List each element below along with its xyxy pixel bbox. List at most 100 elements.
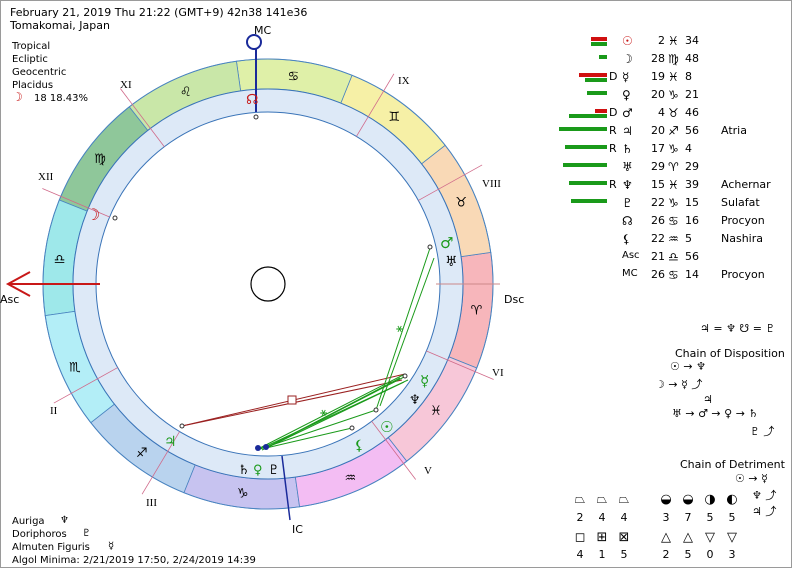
planet-row[interactable]: ☊ 26 ♋ 16 Procyon xyxy=(555,214,785,232)
planet-row[interactable]: R ♃ 20 ♐ 56 Atria xyxy=(555,124,785,142)
chart-wheel[interactable]: ♈♉♊♋♌♍♎♏♐♑♒♓ MC IC Asc Dsc XI IX XII VII… xyxy=(0,0,560,568)
planet-glyph-icon: ♅ xyxy=(622,160,633,174)
planet-minutes: 39 xyxy=(685,178,699,191)
detriment-line-3: ♃ ⤴ xyxy=(752,505,777,518)
fixed-star-name: Nashira xyxy=(721,232,763,245)
footer-auriga-label: Auriga xyxy=(12,516,45,527)
moon-icon: ☽ xyxy=(86,205,100,224)
pluto-icon: ♇ xyxy=(268,463,280,478)
planet-row[interactable]: R ♆ 15 ♓ 39 Achernar xyxy=(555,178,785,196)
planet-row[interactable]: D ♂ 4 ♉ 46 xyxy=(555,106,785,124)
element-count: 4 xyxy=(598,511,606,524)
strength-bar xyxy=(585,78,607,82)
planet-row[interactable]: ☉ 2 ♓ 34 xyxy=(555,34,785,52)
sun-icon: ☉ xyxy=(380,418,393,436)
planet-flag: R xyxy=(609,142,617,155)
element-glyph-icon: ◒ xyxy=(660,492,672,507)
lilith-icon: ⚸ xyxy=(354,438,364,454)
planet-minutes: 48 xyxy=(685,52,699,65)
strength-bar xyxy=(569,114,607,118)
element-count: 1 xyxy=(598,548,606,561)
element-count: 4 xyxy=(576,548,584,561)
element-glyph-icon: ◐ xyxy=(726,492,738,507)
fixed-star-name: Achernar xyxy=(721,178,771,191)
planet-glyph-icon: ⚸ xyxy=(622,232,631,246)
planet-minutes: 34 xyxy=(685,34,699,47)
planet-degree: 29 xyxy=(651,160,665,173)
element-glyph-icon: ⏢ xyxy=(618,492,630,507)
planet-row[interactable]: ⚸ 22 ♒ 5 Nashira xyxy=(555,232,785,250)
strength-bar xyxy=(599,55,607,59)
planet-glyph-icon: ♆ xyxy=(622,178,633,192)
planet-degree: 4 xyxy=(658,106,665,119)
planet-degree: 22 xyxy=(651,196,665,209)
element-count: 2 xyxy=(662,548,670,561)
asc-label: Asc xyxy=(0,293,19,306)
planet-minutes: 56 xyxy=(685,250,699,263)
planet-minutes: 15 xyxy=(685,196,699,209)
planet-glyph-icon: ♀ xyxy=(622,88,631,102)
element-count: 5 xyxy=(706,511,714,524)
planet-glyph-icon: ♇ xyxy=(622,196,633,210)
planet-row[interactable]: D ☿ 19 ♓ 8 xyxy=(555,70,785,88)
planet-minutes: 29 xyxy=(685,160,699,173)
planet-degree: 21 xyxy=(651,250,665,263)
planet-degree: 15 xyxy=(651,178,665,191)
zodiac-sign-icon: ♏ xyxy=(69,360,81,375)
planet-row[interactable]: ♇ 22 ♑ 15 Sulafat xyxy=(555,196,785,214)
mc-label: MC xyxy=(254,24,271,37)
element-glyph-icon: ⏢ xyxy=(596,492,608,507)
zodiac-sign-icon: ♋ xyxy=(288,70,300,85)
uranus-icon: ♅ xyxy=(445,254,458,270)
disposition-line-3: ♃ xyxy=(703,393,713,406)
house-label-ix: IX xyxy=(398,75,410,87)
strength-bar xyxy=(563,163,607,167)
planet-glyph-icon: ♂ xyxy=(622,106,633,120)
planet-glyph-icon: ☊ xyxy=(622,214,633,228)
venus-icon: ♀ xyxy=(253,463,263,478)
house-label-v: V xyxy=(424,465,432,477)
detriment-line-1: ☉ → ☿ xyxy=(735,472,768,485)
zodiac-sign-icon: ♑ xyxy=(237,486,249,501)
zodiac-sign-icon: ♌ xyxy=(180,85,192,100)
disposition-line-1: ☉ → ♆ xyxy=(670,360,706,373)
strength-bar xyxy=(591,42,607,46)
planet-minutes: 56 xyxy=(685,124,699,137)
fixed-star-name: Procyon xyxy=(721,214,765,227)
planet-minutes: 14 xyxy=(685,268,699,281)
element-glyph-icon: ⏢ xyxy=(574,492,586,507)
planet-row[interactable]: R ♄ 17 ♑ 4 xyxy=(555,142,785,160)
element-glyph-icon: ◑ xyxy=(704,492,716,507)
strength-bar xyxy=(571,199,607,203)
planet-sign-icon: ♑ xyxy=(668,196,679,210)
neptune-icon: ♆ xyxy=(409,393,421,408)
planet-sign-icon: ♒ xyxy=(668,232,679,246)
element-count: 7 xyxy=(684,511,692,524)
dsc-label: Dsc xyxy=(504,293,524,306)
planet-degree: 22 xyxy=(651,232,665,245)
footer-almuten-label: Almuten Figuris xyxy=(12,542,90,553)
zodiac-sign-icon: ♉ xyxy=(455,196,467,211)
zodiac-sign-icon: ♈ xyxy=(471,303,483,318)
house-label-xii: XII xyxy=(38,171,54,183)
planet-row[interactable]: ♅ 29 ♈ 29 xyxy=(555,160,785,178)
planet-flag: R xyxy=(609,124,617,137)
planet-row[interactable]: MC 26 ♋ 14 Procyon xyxy=(555,268,785,286)
house-label-iii: III xyxy=(146,497,157,509)
detriment-title: Chain of Detriment xyxy=(680,458,785,471)
planet-sign-icon: ♐ xyxy=(668,124,679,138)
planet-sign-icon: ♑ xyxy=(668,142,679,156)
zodiac-sign-icon: ♎ xyxy=(54,253,66,268)
element-glyph-icon: ◒ xyxy=(682,492,694,507)
planet-degree: 17 xyxy=(651,142,665,155)
strength-bar xyxy=(569,181,607,185)
zodiac-sign-icon: ♓ xyxy=(430,404,442,419)
planet-row[interactable]: ♀ 20 ♑ 21 xyxy=(555,88,785,106)
zodiac-sign-icon: ♒ xyxy=(344,471,356,486)
planet-row[interactable]: ☽ 28 ♍ 48 xyxy=(555,52,785,70)
planet-sign-icon: ♉ xyxy=(668,106,679,120)
house-label-vi: VI xyxy=(492,367,504,379)
strength-bar xyxy=(559,127,607,131)
planet-glyph-icon: ☽ xyxy=(622,52,633,66)
planet-row[interactable]: Asc 21 ♎ 56 xyxy=(555,250,785,268)
